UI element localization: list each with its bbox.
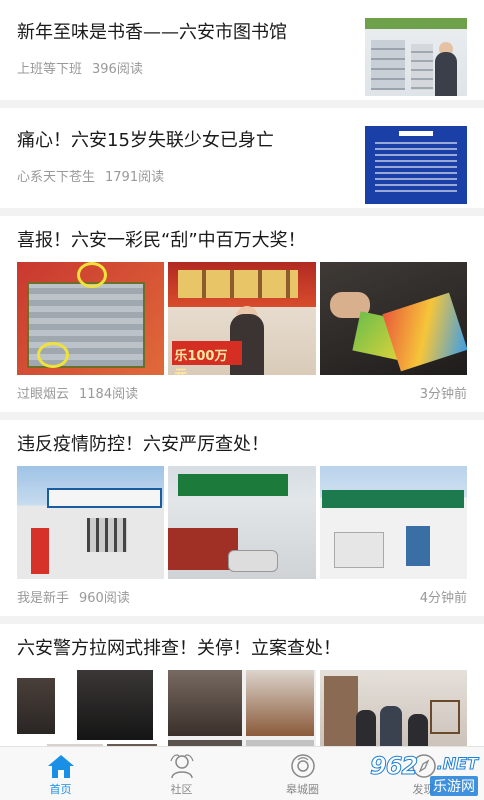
read-count: 1791阅读	[105, 170, 165, 185]
read-count: 1184阅读	[79, 387, 139, 402]
watermark-number: 962	[369, 752, 418, 781]
news-feed: 新年至味是书香——六安市图书馆 上班等下班 396阅读 痛心！六安15岁失联少女…	[0, 0, 484, 746]
watermark-sub: 乐游网	[430, 776, 478, 796]
lottery-shop-image[interactable]: 乐100万元	[168, 262, 316, 375]
clinic-image[interactable]	[319, 466, 467, 579]
clinic-image[interactable]	[17, 466, 165, 579]
police-notice-thumbnail[interactable]	[365, 126, 467, 204]
library-thumbnail[interactable]	[365, 18, 467, 96]
circle-icon	[288, 752, 318, 780]
read-count: 396阅读	[92, 62, 143, 77]
news-title[interactable]: 喜报！六安一彩民“刮”中百万大奖！	[17, 228, 467, 254]
news-item[interactable]: 喜报！六安一彩民“刮”中百万大奖！ 乐100万元 过眼烟云 1184阅读 3分钟…	[0, 216, 484, 412]
police-check-image[interactable]	[17, 670, 165, 746]
news-title[interactable]: 违反疫情防控！六安严厉查处！	[17, 432, 467, 458]
news-item[interactable]: 新年至味是书香——六安市图书馆 上班等下班 396阅读	[0, 0, 484, 100]
author-name: 过眼烟云	[17, 387, 70, 402]
police-check-image[interactable]	[319, 670, 467, 746]
news-title[interactable]: 新年至味是书香——六安市图书馆	[17, 20, 347, 46]
read-count: 960阅读	[79, 591, 130, 606]
author-name: 心系天下苍生	[17, 170, 96, 185]
clinic-image[interactable]	[168, 466, 316, 579]
news-title[interactable]: 六安警方拉网式排查！关停！立案查处！	[17, 636, 467, 662]
home-icon	[46, 752, 76, 780]
tab-circle[interactable]: 皋城圈	[242, 747, 363, 800]
author-name: 我是新手	[17, 591, 70, 606]
tab-label: 首页	[49, 783, 72, 796]
post-time: 3分钟前	[419, 387, 467, 402]
lottery-hands-image[interactable]	[319, 262, 467, 375]
tab-community[interactable]: 社区	[121, 747, 242, 800]
author-name: 上班等下班	[17, 62, 83, 77]
news-title[interactable]: 痛心！六安15岁失联少女已身亡	[17, 128, 347, 154]
community-icon	[167, 752, 197, 780]
tab-label: 皋城圈	[286, 783, 319, 796]
watermark-domain: .NET	[436, 754, 478, 774]
post-time: 4分钟前	[419, 591, 467, 606]
news-item[interactable]: 痛心！六安15岁失联少女已身亡 心系天下苍生 1791阅读	[0, 108, 484, 208]
news-item[interactable]: 违反疫情防控！六安严厉查处！ 我是新手 960阅读 4分钟前	[0, 420, 484, 616]
police-check-image[interactable]	[168, 670, 316, 746]
tab-home[interactable]: 首页	[0, 747, 121, 800]
lottery-ticket-image[interactable]	[17, 262, 165, 375]
site-watermark: 962 .NET 乐游网	[369, 752, 480, 796]
shop-banner-text: 乐100万元	[172, 341, 243, 375]
tab-label: 社区	[170, 783, 193, 796]
news-item[interactable]: 六安警方拉网式排查！关停！立案查处！	[0, 624, 484, 746]
